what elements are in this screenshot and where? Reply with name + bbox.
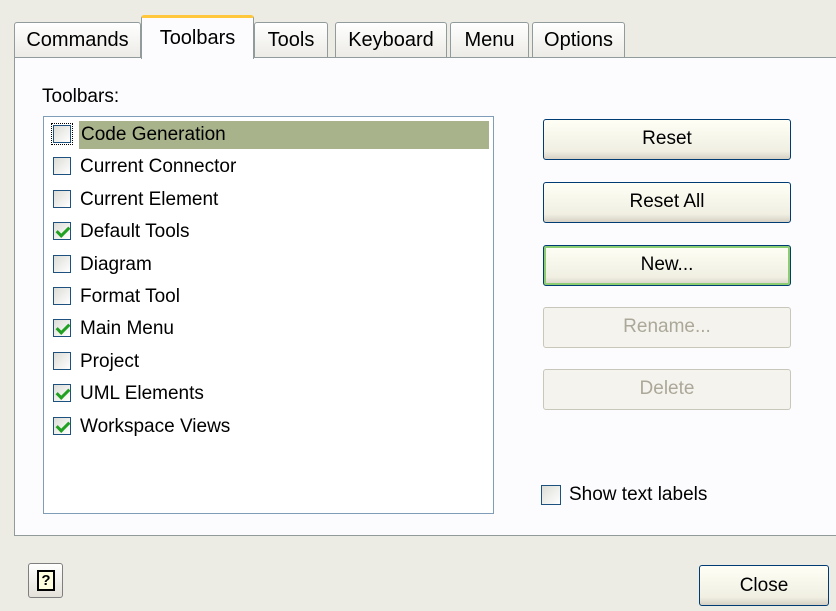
tab-tools[interactable]: Tools [254,22,328,57]
toolbar-checkbox[interactable] [53,384,71,403]
delete-button: Delete [543,369,791,410]
toolbar-item-label: Default Tools [80,221,190,243]
toolbar-checkbox[interactable] [53,287,71,305]
toolbar-list-item[interactable]: Project [48,346,490,376]
toolbar-item-label: Format Tool [80,286,180,307]
toolbar-item-label: UML Elements [80,383,204,405]
toolbar-item-label: Current Element [80,188,219,210]
toolbar-item-label: Diagram [80,253,152,275]
toolbar-checkbox[interactable] [51,123,73,145]
toolbar-list-item[interactable]: Current Element [48,184,490,214]
toolbar-checkbox[interactable] [53,189,71,208]
tab-bar: Commands Toolbars Tools Keyboard Menu Op… [0,0,836,59]
toolbar-list-item[interactable]: UML Elements [48,378,490,408]
toolbar-list-item[interactable]: Main Menu [48,313,490,343]
toolbar-checkbox[interactable] [53,319,71,338]
tab-options[interactable]: Options [532,22,625,57]
toolbar-list-item[interactable]: Code Generation [48,119,490,149]
tab-commands[interactable]: Commands [14,22,141,57]
help-button[interactable]: ? [28,563,63,598]
show-text-labels-label: Show text labels [569,484,708,505]
toolbars-listbox[interactable]: Code Generation Current Connector Current … [43,116,494,514]
toolbar-item-label: Workspace Views [80,415,231,437]
toolbar-list-item[interactable]: Current Connector [48,151,490,181]
new-button[interactable]: New... [543,245,791,286]
reset-all-button[interactable]: Reset All [543,182,791,223]
toolbar-item-label: Main Menu [80,318,174,340]
toolbar-item-label: Code Generation [79,121,489,149]
close-button[interactable]: Close [699,565,829,606]
tab-menu[interactable]: Menu [450,22,529,57]
toolbars-label: Toolbars: [42,86,120,107]
reset-button[interactable]: Reset [543,119,791,160]
help-icon: ? [37,570,55,591]
toolbar-checkbox[interactable] [53,416,71,435]
toolbar-item-label: Project [80,350,140,372]
toolbar-checkbox[interactable] [53,351,71,370]
toolbar-list-item[interactable]: Default Tools [48,216,490,246]
toolbar-item-label: Current Connector [80,156,237,178]
tab-keyboard[interactable]: Keyboard [335,22,447,57]
rename-button: Rename... [543,307,791,348]
toolbar-checkbox[interactable] [53,157,71,176]
toolbar-list-item[interactable]: Workspace Views [48,411,490,441]
toolbar-checkbox[interactable] [53,254,71,273]
tab-toolbars[interactable]: Toolbars [141,15,254,59]
toolbar-list-item[interactable]: Format Tool [48,281,490,311]
toolbar-list-item[interactable]: Diagram [48,249,490,279]
toolbar-checkbox[interactable] [53,222,71,241]
show-text-labels-checkbox[interactable] [541,485,561,505]
